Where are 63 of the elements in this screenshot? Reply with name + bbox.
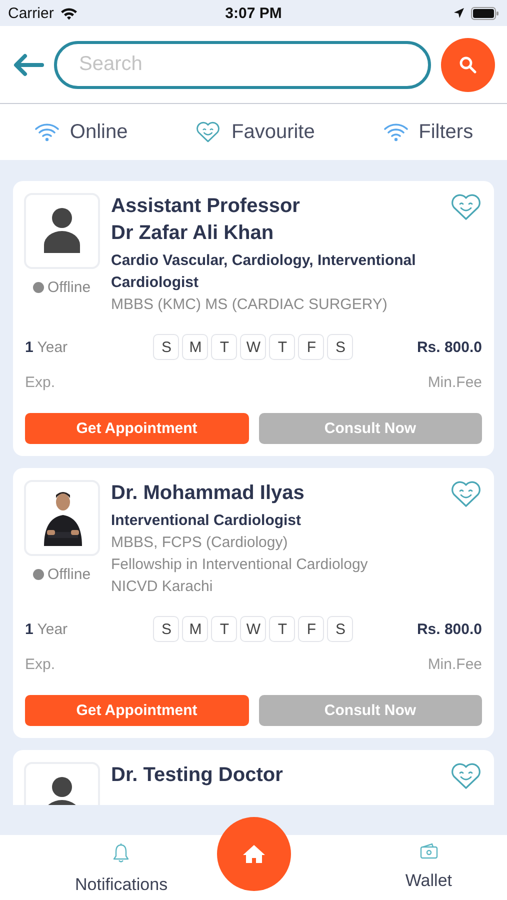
filter-tab[interactable]: Favourite — [195, 120, 315, 144]
weekday-chip: T — [211, 616, 238, 642]
wifi-signal-icon — [60, 6, 78, 20]
weekday-chip: T — [211, 334, 238, 360]
doctor-name: Dr. Mohammad Ilyas — [111, 481, 306, 506]
doctor-qualification: Fellowship in Interventional Cardiology — [111, 555, 369, 575]
experience-label: Exp. — [25, 374, 56, 391]
carrier-label: Carrier — [8, 4, 54, 22]
fee-label: Min.Fee — [428, 374, 482, 391]
doctor-card[interactable]: Dr. Testing Doctor — [13, 750, 494, 805]
search-field[interactable]: Search — [54, 40, 431, 88]
back-arrow-icon[interactable] — [12, 52, 44, 76]
experience-value: 1 Year — [25, 620, 69, 638]
doctor-qualification: MBBS (KMC) MS (CARDIAC SURGERY) — [111, 295, 388, 315]
fee-amount: Rs. 800.0 — [416, 620, 482, 638]
experience-value: 1 Year — [25, 338, 69, 356]
weekday-chip: W — [240, 334, 266, 360]
weekday-chip: W — [240, 616, 266, 642]
fee-amount: Rs. 800.0 — [416, 338, 482, 356]
doctor-specialty: Interventional Cardiologist — [111, 511, 302, 531]
smiling-heart-icon[interactable] — [450, 762, 482, 790]
nav-tab[interactable]: Wallet — [405, 835, 452, 900]
filter-tab[interactable]: Online — [34, 120, 128, 144]
smiling-heart-icon — [195, 121, 222, 143]
doctor-specialty: Cardio Vascular, Cardiology, Interventional Cardiologist — [111, 251, 417, 293]
location-arrow-icon — [452, 7, 465, 19]
home-icon — [242, 844, 266, 864]
search-button[interactable] — [441, 38, 495, 92]
doctor-name: Dr Zafar Ali Khan — [111, 221, 275, 246]
status-label: Offline — [47, 566, 91, 583]
filter-tab[interactable]: Filters — [382, 120, 474, 144]
doctor-qualification: MBBS, FCPS (Cardiology) — [111, 533, 289, 553]
weekday-chip: S — [153, 616, 180, 642]
doctor-card[interactable] — [13, 468, 494, 738]
weekday-chip: M — [182, 334, 208, 360]
wifi-icon — [34, 122, 60, 142]
doctor-name: Dr. Testing Doctor — [111, 763, 284, 788]
bell-icon — [113, 843, 130, 863]
smiling-heart-icon[interactable] — [450, 480, 482, 508]
fee-label: Min.Fee — [428, 656, 482, 673]
weekday-chip: S — [153, 334, 180, 360]
weekday-chip: S — [327, 616, 354, 642]
doctor-name: Assistant Professor — [111, 194, 301, 219]
battery-icon — [470, 6, 499, 20]
status-label: Offline — [47, 279, 91, 296]
smiling-heart-icon[interactable] — [450, 193, 482, 221]
wifi-icon — [382, 122, 409, 142]
doctor-qualification: NICVD Karachi — [111, 577, 214, 597]
experience-label: Exp. — [25, 656, 56, 673]
weekday-chip: F — [298, 616, 324, 642]
weekday-chip: M — [182, 616, 208, 642]
weekday-chip: S — [327, 334, 354, 360]
wallet-icon — [420, 843, 438, 859]
weekday-chip: T — [269, 616, 296, 642]
offline-status-dot — [33, 569, 44, 580]
search-icon — [459, 56, 477, 74]
clock-time: 3:07 PM — [225, 4, 282, 22]
person-icon — [42, 207, 82, 255]
weekday-chip: F — [298, 334, 324, 360]
doctor-card[interactable] — [13, 181, 494, 456]
weekday-chip: T — [269, 334, 296, 360]
nav-tab[interactable]: Notifications — [75, 835, 168, 900]
offline-status-dot — [33, 282, 44, 293]
